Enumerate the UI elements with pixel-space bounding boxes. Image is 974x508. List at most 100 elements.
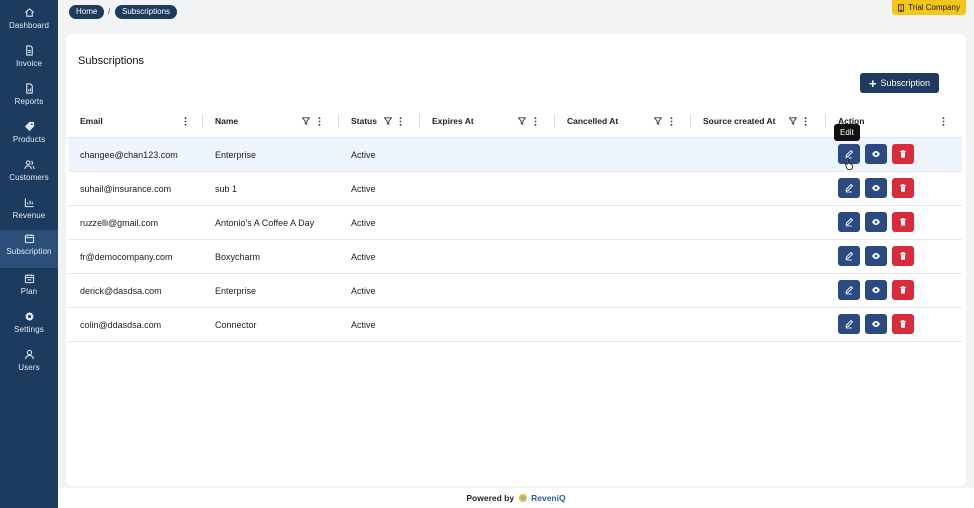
cell-name: Enterprise <box>215 150 257 160</box>
column-divider[interactable] <box>202 114 203 128</box>
invoice-icon <box>25 45 33 56</box>
footer-brand[interactable]: ReveniQ <box>518 493 566 503</box>
column-header-cancelled-at[interactable]: Cancelled At <box>567 104 618 138</box>
column-menu-icon[interactable] <box>399 116 402 126</box>
view-button[interactable] <box>865 314 887 334</box>
trash-icon <box>900 218 906 226</box>
sidebar-item-products[interactable]: Products <box>0 118 58 154</box>
eye-icon <box>872 219 880 225</box>
column-menu-email <box>184 104 188 138</box>
column-header-status[interactable]: Status <box>351 104 377 138</box>
sidebar-item-dashboard[interactable]: Dashboard <box>0 4 58 40</box>
cell-email: derick@dasdsa.com <box>80 286 162 296</box>
column-menu-icon[interactable] <box>804 116 807 126</box>
edit-button[interactable] <box>838 246 860 266</box>
column-tools-name <box>302 104 321 138</box>
table-row[interactable]: changee@chan123.com Enterprise Active <box>68 138 962 172</box>
reveniq-logo-icon <box>518 493 528 503</box>
filter-icon[interactable] <box>518 117 526 125</box>
company-badge[interactable]: Trial Company <box>892 0 966 15</box>
breadcrumb-home[interactable]: Home <box>69 5 105 19</box>
column-menu-icon[interactable] <box>184 116 187 126</box>
trash-icon <box>900 286 906 294</box>
column-menu-icon[interactable] <box>670 116 673 126</box>
column-menu-icon[interactable] <box>318 116 321 126</box>
cell-email: colin@ddasdsa.com <box>80 320 162 330</box>
view-button[interactable] <box>865 144 887 164</box>
column-menu-icon[interactable] <box>534 116 537 126</box>
cell-email: suhail@insurance.com <box>80 184 172 194</box>
delete-button[interactable] <box>892 178 914 198</box>
sidebar-item-settings[interactable]: Settings <box>0 308 58 344</box>
column-header-expires-at[interactable]: Expires At <box>432 104 474 138</box>
table-row[interactable]: ruzzelli@gmail.com Antonio's A Coffee A D… <box>68 206 962 240</box>
column-header-name[interactable]: Name <box>215 104 238 138</box>
home-icon <box>24 8 34 17</box>
trash-icon <box>900 252 906 260</box>
table-header: Email Name Status Expires At Cancelled A… <box>68 104 962 138</box>
breadcrumb-current[interactable]: Subscriptions <box>115 5 178 19</box>
filter-icon[interactable] <box>789 117 797 125</box>
column-menu-icon[interactable] <box>942 116 945 126</box>
calendar-icon <box>24 234 34 244</box>
column-tools-cancelled-at <box>654 104 673 138</box>
column-label: Cancelled At <box>567 116 619 126</box>
cell-email: fr@democompany.com <box>80 252 173 262</box>
column-header-source-created-at[interactable]: Source created At <box>703 104 775 138</box>
column-divider[interactable] <box>554 114 555 128</box>
sidebar-item-users[interactable]: Users <box>0 346 58 382</box>
edit-button[interactable] <box>838 314 860 334</box>
table-row[interactable]: colin@ddasdsa.com Connector Active <box>68 308 962 342</box>
eye-icon <box>872 151 880 157</box>
view-button[interactable] <box>865 178 887 198</box>
footer-prefix: Powered by <box>466 493 515 503</box>
column-divider[interactable] <box>338 114 339 128</box>
view-button[interactable] <box>865 212 887 232</box>
sidebar-item-subscription[interactable]: Subscription <box>0 230 58 268</box>
sidebar-item-customers[interactable]: Customers <box>0 156 58 192</box>
filter-icon[interactable] <box>384 117 392 125</box>
cell-email: changee@chan123.com <box>80 150 178 160</box>
edit-button[interactable] <box>838 212 860 232</box>
add-subscription-button[interactable]: + Subscription <box>860 73 939 93</box>
edit-button[interactable] <box>838 178 860 198</box>
delete-button[interactable] <box>892 144 914 164</box>
delete-button[interactable] <box>892 212 914 232</box>
sidebar-item-reports[interactable]: Reports <box>0 80 58 116</box>
cell-name: Enterprise <box>215 286 257 296</box>
delete-button[interactable] <box>892 314 914 334</box>
sidebar-item-revenue[interactable]: Revenue <box>0 194 58 230</box>
sidebar-item-invoice[interactable]: Invoice <box>0 42 58 78</box>
sidebar-item-label: Plan <box>20 287 38 296</box>
reports-icon <box>25 83 33 94</box>
subscriptions-card: Subscriptions + Subscription Email Name … <box>66 34 966 486</box>
table-row[interactable]: fr@democompany.com Boxycharm Active <box>68 240 962 274</box>
column-divider[interactable] <box>419 114 420 128</box>
delete-button[interactable] <box>892 246 914 266</box>
sidebar-item-label: Users <box>18 363 40 372</box>
filter-icon[interactable] <box>654 117 662 125</box>
column-divider[interactable] <box>825 114 826 128</box>
cell-status: Active <box>351 184 376 194</box>
table-row[interactable]: suhail@insurance.com sub 1 Active <box>68 172 962 206</box>
view-button[interactable] <box>865 246 887 266</box>
sidebar-item-label: Dashboard <box>8 21 50 30</box>
view-button[interactable] <box>865 280 887 300</box>
filter-icon[interactable] <box>302 117 310 125</box>
delete-button[interactable] <box>892 280 914 300</box>
sidebar-item-label: Settings <box>14 325 44 334</box>
add-subscription-label: Subscription <box>880 78 931 88</box>
sidebar-item-plan[interactable]: Plan <box>0 270 58 306</box>
tag-icon <box>24 121 34 132</box>
column-divider[interactable] <box>690 114 691 128</box>
column-header-email[interactable]: Email <box>80 104 103 138</box>
column-tools-status <box>384 104 402 138</box>
cell-status: Active <box>351 150 376 160</box>
column-label: Source created At <box>703 116 776 126</box>
table-row[interactable]: derick@dasdsa.com Enterprise Active <box>68 274 962 308</box>
edit-button[interactable] <box>838 280 860 300</box>
eye-icon <box>872 185 880 191</box>
cell-name: Boxycharm <box>215 252 261 262</box>
user-icon <box>24 349 34 360</box>
cell-status: Active <box>351 320 376 330</box>
